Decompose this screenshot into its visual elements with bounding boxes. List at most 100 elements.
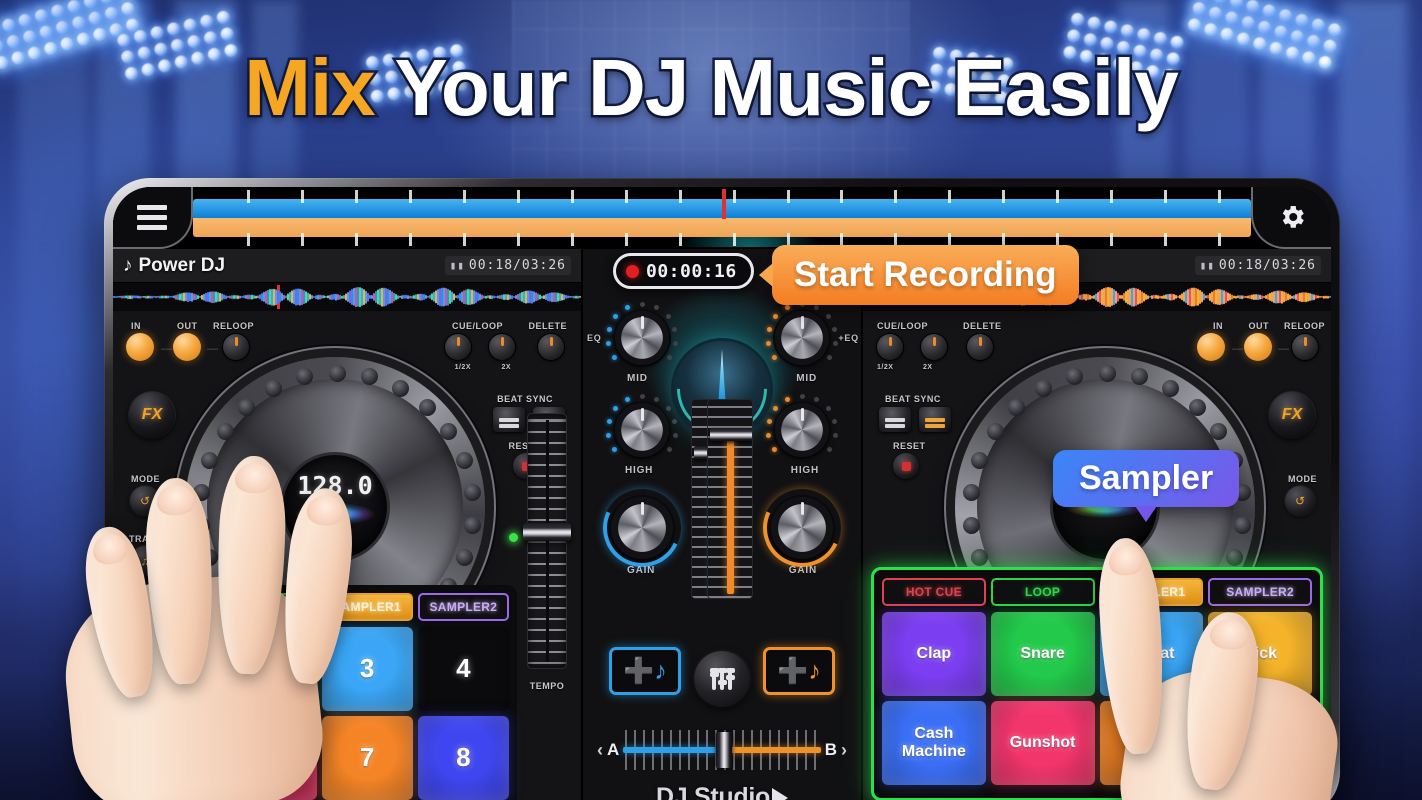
deck-a-tempo-label: TEMPO bbox=[529, 681, 565, 691]
crossfader[interactable]: ‹ A B › bbox=[597, 727, 847, 773]
deck-a-reloop-knob[interactable] bbox=[223, 334, 249, 360]
beat-marker bbox=[678, 190, 682, 203]
sample-pad-hi-hat[interactable]: Hi Hat bbox=[1099, 612, 1204, 696]
jog-dot bbox=[201, 548, 219, 566]
deck-a-delete-knob[interactable] bbox=[538, 334, 564, 360]
pad-tab-hot-cue[interactable]: HOT CUE bbox=[882, 578, 986, 606]
deck-b-beat-sync-right[interactable] bbox=[919, 407, 951, 432]
sample-pad-5[interactable]: 5 bbox=[129, 716, 221, 800]
stage-led bbox=[1191, 0, 1208, 17]
jog-dot bbox=[455, 548, 473, 566]
deck-a-gain-knob[interactable] bbox=[592, 478, 692, 578]
crossfader-left-arrow[interactable]: ‹ bbox=[597, 740, 603, 761]
stage-led bbox=[182, 17, 199, 33]
deck-b-gain-knob[interactable] bbox=[752, 478, 852, 578]
pad-tab-loop[interactable]: LOOP bbox=[225, 593, 317, 621]
knob-led bbox=[667, 355, 673, 360]
sample-pad-2[interactable]: 2 bbox=[225, 627, 317, 711]
crossfader-handle[interactable] bbox=[716, 732, 733, 768]
pad-tab-hot-cue[interactable]: HOT CUE bbox=[129, 593, 221, 621]
beat-marker bbox=[300, 233, 304, 246]
jog-dot bbox=[1065, 368, 1083, 386]
fader-cap[interactable] bbox=[710, 428, 752, 441]
deck-b-load-track-button[interactable]: ➕♪ bbox=[763, 647, 835, 695]
deck-b-loop-knob[interactable] bbox=[921, 334, 947, 360]
crossfader-right-arrow[interactable]: › bbox=[841, 740, 847, 761]
start-recording-callout[interactable]: Start Recording bbox=[759, 245, 1079, 305]
pad-tab-sampler2[interactable]: SAMPLER2 bbox=[1208, 578, 1312, 606]
stage-led bbox=[1261, 3, 1278, 20]
deck-a-track-knob[interactable]: ♫ bbox=[130, 546, 160, 576]
deck-b-pad-tabs: HOT CUE LOOP SAMPLER1 SAMPLER2 bbox=[882, 578, 1312, 606]
jog-dot bbox=[1225, 548, 1243, 566]
record-dot-icon bbox=[626, 264, 639, 278]
hamburger-menu-icon[interactable] bbox=[113, 187, 193, 249]
deck-b-beat-sync-label: BEAT SYNC bbox=[885, 394, 941, 404]
deck-b-mode-knob[interactable]: ↺ bbox=[1285, 486, 1315, 516]
jog-dot bbox=[216, 423, 234, 441]
sample-pad-4[interactable]: 4 bbox=[418, 627, 509, 711]
deck-b-reloop-knob[interactable] bbox=[1292, 334, 1318, 360]
gain-arc bbox=[592, 478, 692, 578]
deck-a-mode-knob[interactable]: ↺ bbox=[130, 486, 160, 516]
pad-tab-sampler1[interactable]: SAMPLER1 bbox=[1099, 578, 1204, 606]
deck-a-loop-knob[interactable] bbox=[489, 334, 515, 360]
knob-led bbox=[825, 405, 831, 411]
knob-led bbox=[832, 418, 838, 424]
deck-b-mid-knob[interactable] bbox=[775, 311, 829, 365]
stage-led bbox=[199, 13, 215, 30]
deck-b-delete-knob[interactable] bbox=[967, 334, 993, 360]
deck-a-loop-in-button[interactable] bbox=[126, 333, 154, 361]
deck-b-cue-knob[interactable] bbox=[877, 334, 903, 360]
divider: — bbox=[1232, 343, 1243, 355]
deck-b-loop-out-button[interactable] bbox=[1244, 333, 1272, 361]
equalizer-sliders-icon[interactable] bbox=[694, 651, 750, 707]
sample-pad-8[interactable]: 8 bbox=[417, 716, 509, 800]
deck-b-in-label: IN bbox=[1213, 321, 1223, 331]
deck-a-track-title: ♪ Power DJ bbox=[123, 254, 226, 276]
sample-pad-tom[interactable]: Tom bbox=[1208, 701, 1312, 785]
deck-a-mini-waveform[interactable] bbox=[113, 283, 581, 311]
pad-tab-sampler2[interactable]: SAMPLER2 bbox=[417, 593, 509, 621]
sample-pad-kick[interactable]: Kick bbox=[1208, 612, 1312, 696]
deck-a-tempo-fader[interactable]: TEMPO bbox=[509, 399, 575, 699]
sample-pad-rim[interactable]: Rim bbox=[1099, 701, 1204, 785]
tempo-knob[interactable] bbox=[523, 523, 571, 541]
sampler-callout[interactable]: Sampler bbox=[1053, 450, 1240, 522]
knob-led bbox=[672, 433, 678, 439]
sample-pad-1[interactable]: 1 bbox=[129, 627, 221, 711]
sample-pad-snare[interactable]: Snare bbox=[990, 612, 1095, 696]
knob-led bbox=[672, 326, 678, 332]
deck-a-cue-knob[interactable] bbox=[445, 334, 471, 360]
pad-tab-sampler1[interactable]: SAMPLER1 bbox=[321, 593, 413, 621]
deck-a-loop-out-button[interactable] bbox=[173, 333, 201, 361]
pad-tab-loop[interactable]: LOOP bbox=[990, 578, 1095, 606]
sample-pad-6[interactable]: 6 bbox=[225, 716, 317, 800]
sample-pad-gunshot[interactable]: Gunshot bbox=[990, 701, 1095, 785]
deck-a-fx-button[interactable]: FX bbox=[129, 392, 175, 438]
master-waveform[interactable] bbox=[193, 189, 1251, 247]
beat-marker bbox=[516, 190, 520, 203]
deck-b-loop-in-button[interactable] bbox=[1197, 333, 1225, 361]
sample-pad-cash-machine[interactable]: Cash Machine bbox=[882, 701, 986, 785]
knob-led bbox=[639, 301, 645, 307]
recording-timer-value: 00:00:16 bbox=[646, 260, 737, 282]
deck-b-reset-button[interactable] bbox=[893, 453, 919, 479]
crossfader-track[interactable] bbox=[623, 730, 821, 770]
deck-b-high-knob[interactable] bbox=[775, 403, 829, 457]
gear-icon[interactable] bbox=[1251, 187, 1331, 249]
knob-led bbox=[625, 396, 631, 402]
jog-dot bbox=[1233, 516, 1251, 534]
sample-pad-3[interactable]: 3 bbox=[321, 627, 413, 711]
deck-a-load-track-button[interactable]: ➕♪ bbox=[609, 647, 681, 695]
deck-b-fx-button[interactable]: FX bbox=[1269, 392, 1315, 438]
sample-pad-clap[interactable]: Clap bbox=[882, 612, 986, 696]
sample-pad-7[interactable]: 7 bbox=[321, 716, 413, 800]
deck-b-beat-sync-left[interactable] bbox=[879, 407, 911, 432]
deck-b-channel-fader[interactable] bbox=[707, 399, 753, 599]
jog-dot bbox=[328, 364, 346, 382]
deck-a-high-knob[interactable] bbox=[615, 403, 669, 457]
beat-marker bbox=[894, 190, 898, 203]
deck-a-mid-knob[interactable] bbox=[615, 311, 669, 365]
jog-dot bbox=[971, 452, 989, 470]
